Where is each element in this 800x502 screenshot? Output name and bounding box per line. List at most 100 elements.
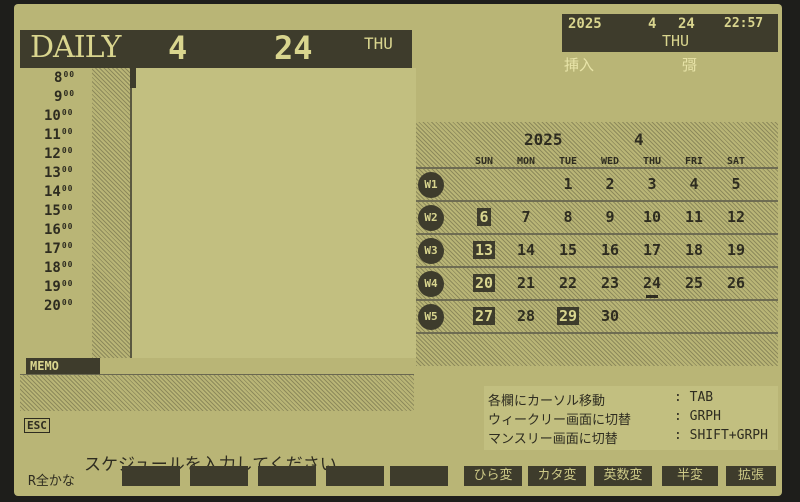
- function-key-7[interactable]: カタ変: [528, 466, 586, 486]
- weekday-header: MON: [516, 156, 536, 167]
- calendar-day[interactable]: 29: [548, 307, 588, 325]
- help-key: : GRPH: [674, 409, 721, 424]
- time-strip: [92, 68, 130, 358]
- help-text: ウィークリー画面に切替: [488, 413, 632, 428]
- calendar-day[interactable]: 3: [632, 175, 672, 193]
- daily-header: DAILY 4 24 THU: [20, 29, 412, 68]
- calendar-day[interactable]: 8: [548, 208, 588, 226]
- calendar-day[interactable]: 10: [632, 208, 672, 226]
- calendar-day[interactable]: 20: [464, 274, 504, 292]
- calendar-month: 4: [634, 130, 644, 149]
- week-divider: [416, 200, 778, 202]
- week-button[interactable]: W3: [418, 238, 444, 264]
- help-text: マンスリー画面に切替: [488, 432, 618, 447]
- function-key-6[interactable]: ひら変: [464, 466, 522, 486]
- hour-label: 1900: [44, 279, 74, 295]
- help-key: : SHIFT+GRPH: [674, 428, 768, 443]
- memo-label: MEMO: [26, 358, 100, 374]
- calendar-day[interactable]: 4: [674, 175, 714, 193]
- help-row: マンスリー画面に切替 : SHIFT+GRPH: [488, 428, 768, 447]
- esc-key-label[interactable]: ESC: [24, 418, 50, 433]
- hour-label: 1200: [44, 146, 74, 162]
- calendar-day[interactable]: 9: [590, 208, 630, 226]
- week-divider: [416, 332, 778, 334]
- function-key-8[interactable]: 英数変: [594, 466, 652, 486]
- calendar-day[interactable]: 24: [632, 274, 672, 298]
- calendar-day[interactable]: 30: [590, 307, 630, 325]
- calendar-day[interactable]: 22: [548, 274, 588, 292]
- function-key-1[interactable]: [122, 466, 180, 486]
- weekday-header: THU: [642, 156, 662, 167]
- week-divider: [416, 167, 778, 169]
- calendar-day[interactable]: 27: [464, 307, 504, 325]
- hour-label: 2000: [44, 298, 74, 314]
- weekday-header: TUE: [558, 156, 578, 167]
- function-key-2[interactable]: [190, 466, 248, 486]
- calendar-day[interactable]: 19: [716, 241, 756, 259]
- calendar-day[interactable]: 26: [716, 274, 756, 292]
- hour-label: 800: [54, 70, 76, 86]
- week-divider: [416, 266, 778, 268]
- week-divider: [416, 299, 778, 301]
- week-button[interactable]: W2: [418, 205, 444, 231]
- hour-label: 900: [54, 89, 76, 105]
- calendar-day[interactable]: 5: [716, 175, 756, 193]
- daily-day: 24: [274, 29, 313, 67]
- calendar-day[interactable]: 12: [716, 208, 756, 226]
- function-key-4[interactable]: [326, 466, 384, 486]
- calendar-day[interactable]: 14: [506, 241, 546, 259]
- clock-year: 2025: [568, 16, 602, 32]
- hour-label: 1400: [44, 184, 74, 200]
- schedule-area[interactable]: [130, 68, 416, 358]
- calendar-year: 2025: [524, 130, 563, 149]
- insert-mode-indicator: 挿入: [564, 56, 595, 74]
- text-cursor: [130, 68, 136, 88]
- hour-label: 1500: [44, 203, 74, 219]
- calendar-day[interactable]: 1: [548, 175, 588, 193]
- hour-label: 1700: [44, 241, 74, 257]
- calendar-day[interactable]: 18: [674, 241, 714, 259]
- clock-time: 22:57: [724, 16, 764, 31]
- calendar-day[interactable]: 7: [506, 208, 546, 226]
- calendar-day[interactable]: 16: [590, 241, 630, 259]
- calendar-day[interactable]: 17: [632, 241, 672, 259]
- hour-label: 1300: [44, 165, 74, 181]
- clock-display: 2025 4 24 22:57 THU: [562, 14, 778, 52]
- calendar-day[interactable]: 23: [590, 274, 630, 292]
- clock-month: 4: [648, 16, 657, 32]
- calendar-day[interactable]: 13: [464, 241, 504, 259]
- weekday-header: FRI: [684, 156, 704, 167]
- function-key-10[interactable]: 拡張: [726, 466, 776, 486]
- daily-title: DAILY: [30, 30, 121, 65]
- clock-weekday: THU: [662, 32, 690, 50]
- help-row: ウィークリー画面に切替 : GRPH: [488, 409, 721, 428]
- help-key: : TAB: [674, 390, 714, 405]
- calendar-day[interactable]: 11: [674, 208, 714, 226]
- week-divider: [416, 233, 778, 235]
- function-key-3[interactable]: [258, 466, 316, 486]
- help-box: 各欄にカーソル移動 : TAB ウィークリー画面に切替 : GRPH マンスリー画面に切…: [484, 386, 778, 450]
- week-button[interactable]: W4: [418, 271, 444, 297]
- pda-screen: DAILY 4 24 THU 2025 4 24 22:57 THU 挿入 彁 …: [14, 4, 782, 496]
- hour-label: 1600: [44, 222, 74, 238]
- help-text: 各欄にカーソル移動: [488, 394, 606, 409]
- weekday-header: WED: [600, 156, 620, 167]
- calendar-day[interactable]: 25: [674, 274, 714, 292]
- function-key-5[interactable]: [390, 466, 448, 486]
- help-row: 各欄にカーソル移動 : TAB: [488, 390, 713, 409]
- week-button[interactable]: W5: [418, 304, 444, 330]
- function-key-9[interactable]: 半変: [662, 466, 718, 486]
- memo-area[interactable]: [20, 374, 414, 411]
- hour-label: 1000: [44, 108, 74, 124]
- calendar-day[interactable]: 6: [464, 208, 504, 226]
- hour-label: 1800: [44, 260, 74, 276]
- calendar-day[interactable]: 21: [506, 274, 546, 292]
- input-mode-indicator: 彁: [682, 56, 698, 74]
- calendar-day[interactable]: 28: [506, 307, 546, 325]
- daily-weekday: THU: [364, 34, 393, 53]
- daily-month: 4: [168, 29, 188, 67]
- hour-label: 1100: [44, 127, 74, 143]
- calendar-day[interactable]: 2: [590, 175, 630, 193]
- calendar-day[interactable]: 15: [548, 241, 588, 259]
- week-button[interactable]: W1: [418, 172, 444, 198]
